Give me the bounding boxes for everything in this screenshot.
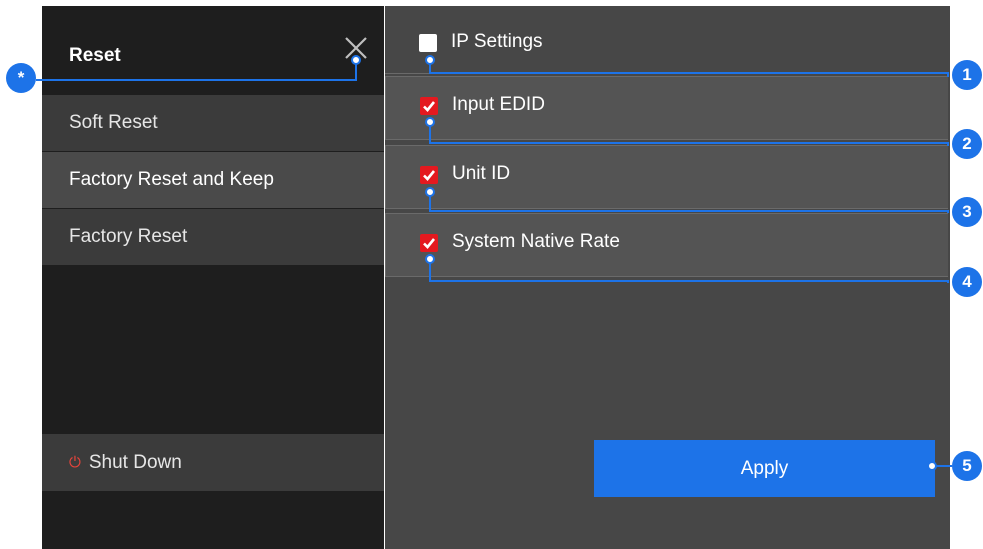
option-row-input-edid[interactable]: Input EDID (385, 76, 948, 140)
callout-badge: 5 (952, 451, 982, 481)
reset-dialog: Reset Soft Reset Factory Reset and Keep … (42, 6, 950, 549)
shutdown-button[interactable]: ⏻ Shut Down (42, 434, 384, 491)
callout-badge: 1 (952, 60, 982, 90)
sidebar-item-factory-reset-and-keep[interactable]: Factory Reset and Keep (42, 152, 384, 208)
checkmark-icon (423, 101, 436, 112)
apply-button[interactable]: Apply (594, 440, 935, 497)
checkmark-icon (423, 170, 436, 181)
option-row-unit-id[interactable]: Unit ID (385, 145, 948, 209)
callout-badge: 4 (952, 267, 982, 297)
callout-badge: 2 (952, 129, 982, 159)
power-icon: ⏻ (69, 454, 81, 472)
options-panel: IP Settings Input EDID Unit ID System Na… (385, 6, 950, 549)
sidebar-header: Reset (42, 6, 384, 94)
option-label: System Native Rate (452, 231, 620, 252)
checkmark-icon (423, 238, 436, 249)
option-row-ip-settings[interactable]: IP Settings (385, 6, 948, 74)
sidebar-item-factory-reset[interactable]: Factory Reset (42, 209, 384, 265)
option-label: IP Settings (451, 31, 543, 52)
ip-settings-checkbox[interactable] (419, 34, 437, 52)
input-edid-checkbox[interactable] (420, 97, 438, 115)
unit-id-checkbox[interactable] (420, 166, 438, 184)
sidebar: Reset Soft Reset Factory Reset and Keep … (42, 6, 384, 549)
option-row-system-native-rate[interactable]: System Native Rate (385, 213, 948, 277)
shutdown-label: Shut Down (88, 452, 182, 473)
system-native-rate-checkbox[interactable] (420, 234, 438, 252)
sidebar-item-soft-reset[interactable]: Soft Reset (42, 95, 384, 151)
option-label: Input EDID (452, 94, 545, 115)
callout-badge: * (6, 63, 36, 93)
sidebar-title: Reset (69, 45, 121, 66)
callout-badge: 3 (952, 197, 982, 227)
option-label: Unit ID (452, 163, 511, 184)
close-icon[interactable] (344, 36, 368, 60)
